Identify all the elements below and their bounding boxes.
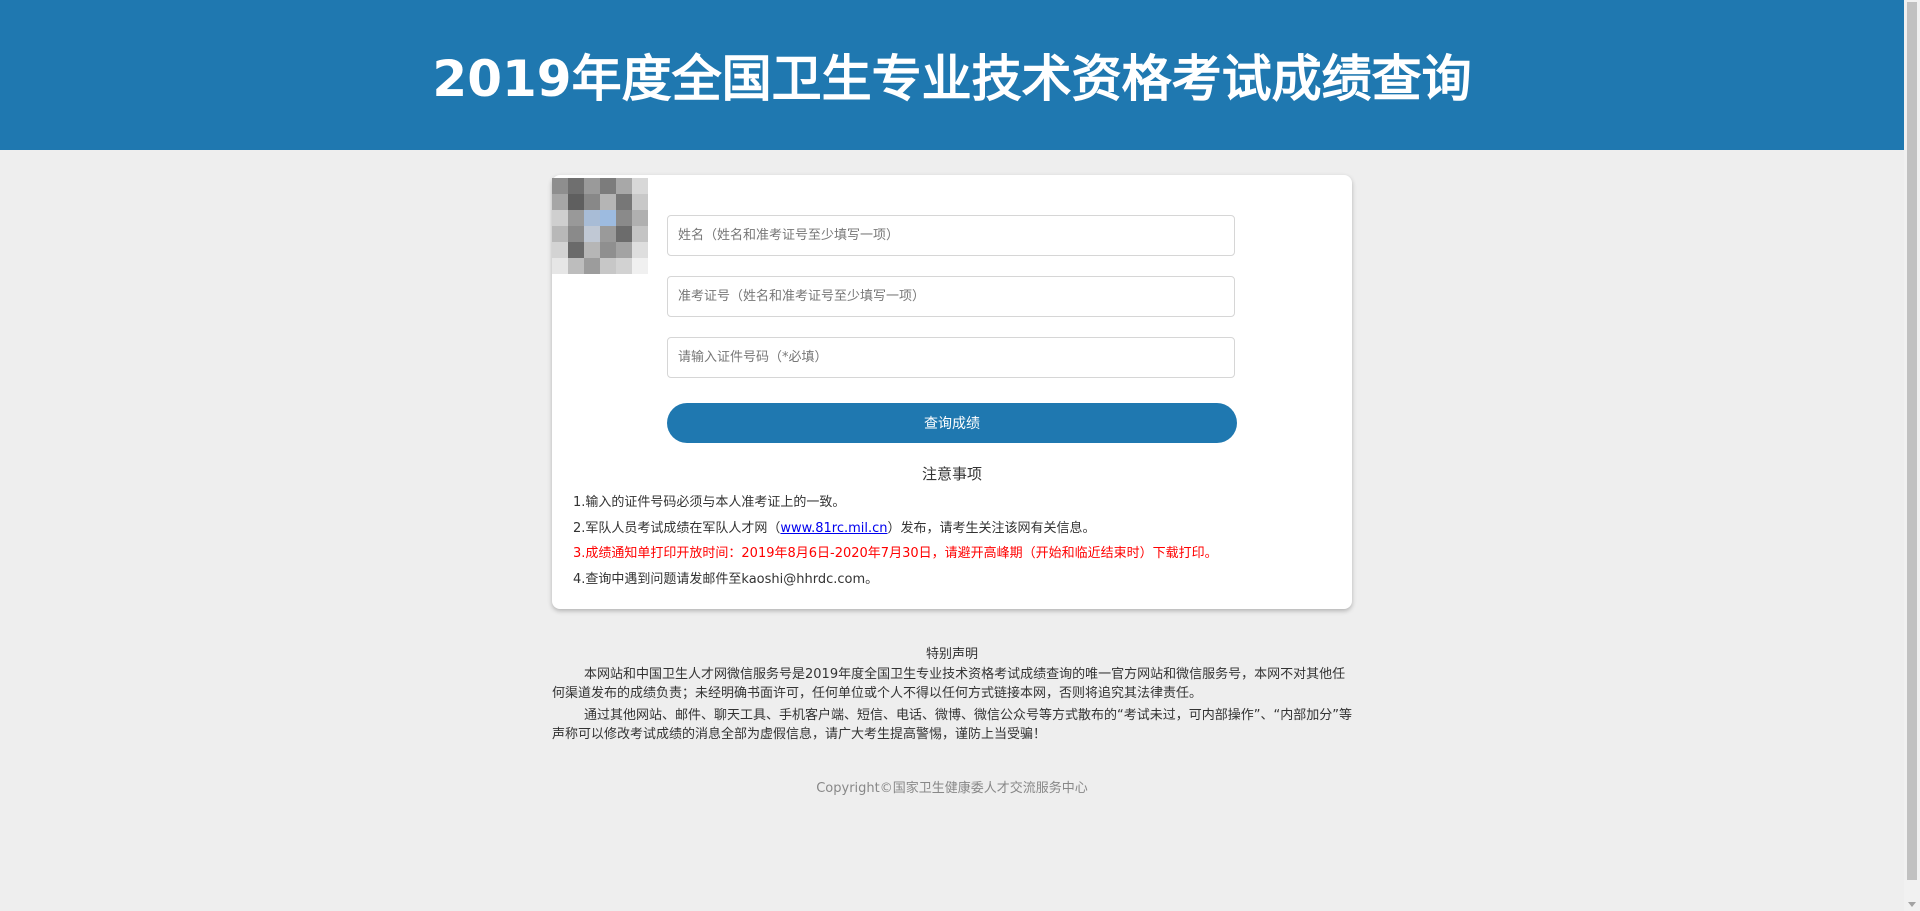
notice-item-2-suffix: ）发布，请考生关注该网有关信息。 [887, 520, 1096, 536]
notice-item-3: 3.成绩通知单打印开放时间：2019年8月6日-2020年7月30日，请避开高峰… [573, 546, 1218, 561]
vertical-scrollbar[interactable] [1904, 0, 1920, 911]
query-score-button[interactable]: 查询成绩 [667, 403, 1237, 443]
id-number-input[interactable] [667, 337, 1235, 378]
statement-body: 本网站和中国卫生人才网微信服务号是2019年度全国卫生专业技术资格考试成绩查询的… [552, 666, 1352, 748]
statement-paragraph-2: 通过其他网站、邮件、聊天工具、手机客户端、短信、电话、微博、微信公众号等方式散布… [552, 708, 1352, 742]
notice-item-4: 4.查询中遇到问题请发邮件至kaoshi@hhrdc.com。 [573, 571, 879, 587]
notice-item-2-prefix: 2.军队人员考试成绩在军队人才网（ [573, 520, 781, 536]
qr-code-icon [552, 178, 648, 274]
scrollbar-thumb[interactable] [1907, 2, 1917, 880]
page-title: 2019年度全国卫生专业技术资格考试成绩查询 [432, 50, 1472, 108]
notice-item-2: 2.军队人员考试成绩在军队人才网（www.81rc.mil.cn）发布，请考生关… [573, 516, 1333, 542]
notice-title: 注意事项 [921, 465, 982, 483]
statement-paragraph-1: 本网站和中国卫生人才网微信服务号是2019年度全国卫生专业技术资格考试成绩查询的… [552, 667, 1346, 701]
statement-title: 特别声明 [925, 647, 978, 662]
notice-item-1: 1.输入的证件号码必须与本人准考证上的一致。 [573, 495, 846, 510]
notice-list: 1.输入的证件号码必须与本人准考证上的一致。 2.军队人员考试成绩在军队人才网（… [573, 490, 1333, 592]
name-input[interactable] [667, 215, 1235, 256]
copyright-text: Copyright©国家卫生健康委人才交流服务中心 [816, 781, 1088, 796]
military-talent-link[interactable]: www.81rc.mil.cn [780, 521, 887, 536]
page-header: 2019年度全国卫生专业技术资格考试成绩查询 [0, 0, 1904, 150]
ticket-number-input[interactable] [667, 276, 1235, 317]
scroll-down-arrow-icon[interactable] [1908, 902, 1916, 907]
